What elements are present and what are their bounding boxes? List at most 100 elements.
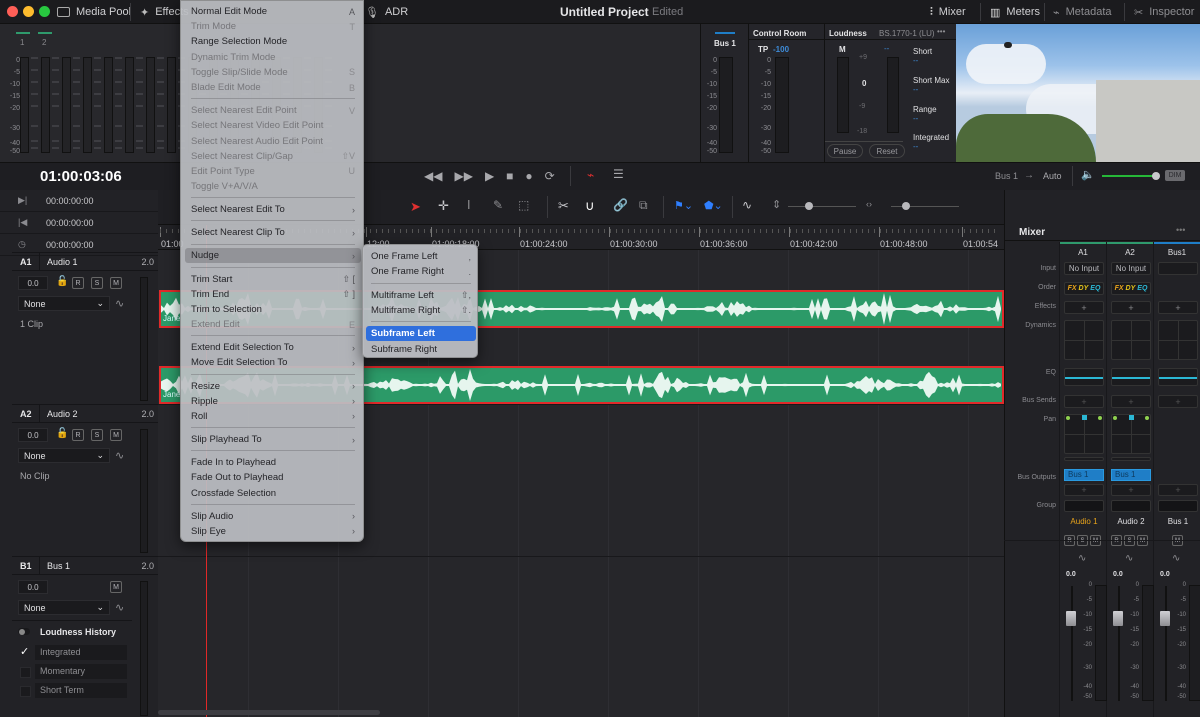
range-select-icon[interactable]: ⬚	[518, 198, 529, 212]
track-header-a2[interactable]: A2 Audio 2 2.0 0.0 🔓 R S M None ⌄ ∿ No Cl…	[12, 404, 158, 556]
record-button[interactable]: ●	[525, 169, 532, 183]
menu-item-trim-to-selection[interactable]: Trim to Selection	[181, 302, 365, 317]
menu-item-slip-playhead-to[interactable]: Slip Playhead To ›	[181, 432, 365, 447]
pan-control[interactable]	[1111, 414, 1151, 454]
dynamics-graph[interactable]	[1064, 320, 1104, 360]
bus-output-assign[interactable]: Bus 1	[1111, 469, 1151, 481]
menu-item-slip-audio[interactable]: Slip Audio ›	[181, 509, 365, 524]
lock-icon[interactable]: 🔓	[56, 428, 68, 439]
track-volume[interactable]: 0.0	[18, 580, 48, 594]
duration-timecode[interactable]: 00:00:00:00	[46, 240, 94, 250]
timeline-scrollbar[interactable]	[158, 710, 380, 715]
track-effect-select[interactable]: None ⌄	[18, 448, 110, 463]
add-effect-button[interactable]: +	[1064, 301, 1104, 314]
add-bus-send-button[interactable]: +	[1111, 395, 1151, 408]
record-arm-button[interactable]: R	[72, 429, 84, 441]
menu-item-trim-start[interactable]: Trim Start ⇧ [	[181, 272, 365, 287]
loudness-history-toggle[interactable]	[18, 628, 30, 635]
mixer-tab[interactable]: ⫶ Mixer	[930, 4, 966, 20]
loudness-more-button[interactable]: •••	[937, 27, 945, 36]
track-effect-select[interactable]: None ⌄	[18, 296, 110, 311]
mixer-order-tags[interactable]: FX DY EQ	[1111, 282, 1151, 295]
mixer-input-select[interactable]: No Input	[1111, 262, 1151, 275]
mute-button[interactable]: M	[110, 581, 122, 593]
monitor-volume-handle[interactable]	[1152, 172, 1160, 180]
loop-button[interactable]: ⟳	[545, 169, 555, 183]
track-effect-select[interactable]: None ⌄	[18, 600, 110, 615]
window-minimize-button[interactable]	[23, 6, 34, 17]
video-viewer[interactable]	[956, 24, 1200, 162]
out-point-timecode[interactable]: 00:00:00:00	[46, 218, 94, 228]
eq-graph[interactable]	[1064, 368, 1104, 386]
menu-item-normal-edit-mode[interactable]: Normal Edit Mode A	[181, 4, 365, 19]
waveform-icon[interactable]: ∿	[742, 198, 752, 212]
monitor-volume-slider[interactable]	[1102, 175, 1157, 177]
menu-item-extend-edit-selection-to[interactable]: Extend Edit Selection To ›	[181, 340, 365, 355]
track-volume[interactable]: 0.0	[18, 276, 48, 290]
volume-fader-handle[interactable]	[1160, 611, 1170, 626]
automation-icon[interactable]: ⌁	[587, 168, 594, 182]
submenu-item-subframe-left[interactable]: Subframe Left	[366, 326, 476, 342]
pan-width-slider[interactable]	[1064, 457, 1104, 461]
track-name[interactable]: Audio 1	[40, 257, 141, 267]
momentary-option[interactable]: Momentary	[35, 664, 127, 679]
short-term-option[interactable]: Short Term	[35, 683, 127, 698]
reset-button[interactable]: Reset	[869, 144, 905, 158]
submenu-item-multiframe-left[interactable]: Multiframe Left ⇧,	[363, 288, 479, 303]
range-tool-icon[interactable]: ✛	[438, 198, 449, 214]
track-header-b1[interactable]: B1 Bus 1 2.0 0.0 M None ⌄ ∿ Loudness Hist…	[12, 556, 158, 717]
volume-fader-handle[interactable]	[1113, 611, 1123, 626]
menu-item-ripple[interactable]: Ripple ›	[181, 394, 365, 409]
automation-curve-icon[interactable]: ∿	[1125, 553, 1133, 564]
selection-tool-icon[interactable]: ➤	[410, 199, 421, 215]
add-effect-button[interactable]: +	[1111, 301, 1151, 314]
menu-item-fade-in-to-playhead[interactable]: Fade In to Playhead	[181, 455, 365, 470]
menu-item-resize[interactable]: Resize ›	[181, 379, 365, 394]
submenu-item-one-frame-left[interactable]: One Frame Left,	[363, 249, 479, 264]
mixer-input-select[interactable]	[1158, 262, 1198, 275]
menu-item-crossfade-selection[interactable]: Crossfade Selection	[181, 486, 365, 501]
rewind-button[interactable]: ◀◀	[424, 169, 442, 183]
window-close-button[interactable]	[7, 6, 18, 17]
submenu-item-multiframe-right[interactable]: Multiframe Right ⇧.	[363, 303, 479, 318]
menu-item-fade-out-to-playhead[interactable]: Fade Out to Playhead	[181, 470, 365, 485]
stop-button[interactable]: ■	[506, 169, 513, 183]
vertical-zoom-icon[interactable]: ⇕	[772, 198, 781, 211]
add-bus-output-button[interactable]: +	[1111, 484, 1151, 496]
vertical-zoom-handle[interactable]	[805, 202, 813, 210]
eq-graph[interactable]	[1158, 368, 1198, 386]
inspector-tab[interactable]: ✂ Inspector	[1134, 4, 1194, 20]
metadata-tab[interactable]: ⌁ Metadata	[1053, 4, 1112, 20]
add-bus-send-button[interactable]: +	[1064, 395, 1104, 408]
pan-center-handle[interactable]	[1129, 415, 1134, 420]
adr-button[interactable]: 🎙 ADR	[365, 4, 408, 20]
in-point-timecode[interactable]: 00:00:00:00	[46, 196, 94, 206]
momentary-checkbox[interactable]	[20, 667, 31, 678]
automation-curve-icon[interactable]: ∿	[1172, 553, 1180, 564]
track-header-a1[interactable]: A1 Audio 1 2.0 0.0 🔓 R S M None ⌄ ∿ 1 Cli…	[12, 252, 158, 404]
track-name[interactable]: Bus 1	[40, 561, 141, 571]
blade-icon[interactable]: ✂	[558, 198, 569, 214]
solo-button[interactable]: S	[91, 277, 103, 289]
bus-output-assign[interactable]: Bus 1	[1064, 469, 1104, 481]
solo-button[interactable]: S	[91, 429, 103, 441]
auto-track-icon[interactable]: ⧉	[639, 198, 648, 213]
automation-curve-icon[interactable]: ∿	[1078, 553, 1086, 564]
link-icon[interactable]: 🔗	[613, 198, 628, 212]
group-select[interactable]	[1111, 500, 1151, 512]
mute-button[interactable]: M	[110, 429, 122, 441]
menu-item-nudge[interactable]: Nudge ›	[185, 248, 361, 264]
horizontal-zoom-icon[interactable]: ‹›	[866, 199, 872, 209]
vertical-zoom-slider[interactable]	[788, 206, 856, 207]
marker-icon[interactable]: ⬟⌄	[704, 199, 723, 212]
volume-fader-handle[interactable]	[1066, 611, 1076, 626]
pan-control[interactable]	[1064, 414, 1104, 454]
automation-curve-icon[interactable]: ∿	[115, 601, 124, 614]
menu-item-range-selection-mode[interactable]: Range Selection Mode	[181, 34, 365, 49]
snapping-icon[interactable]: ∪	[585, 198, 595, 214]
add-effect-button[interactable]: +	[1158, 301, 1198, 314]
add-bus-output-button[interactable]: +	[1158, 484, 1198, 496]
integrated-checkbox[interactable]: ✓	[20, 647, 31, 658]
fast-forward-button[interactable]: ▶▶	[454, 169, 472, 183]
flag-icon[interactable]: ⚑⌄	[674, 199, 693, 212]
